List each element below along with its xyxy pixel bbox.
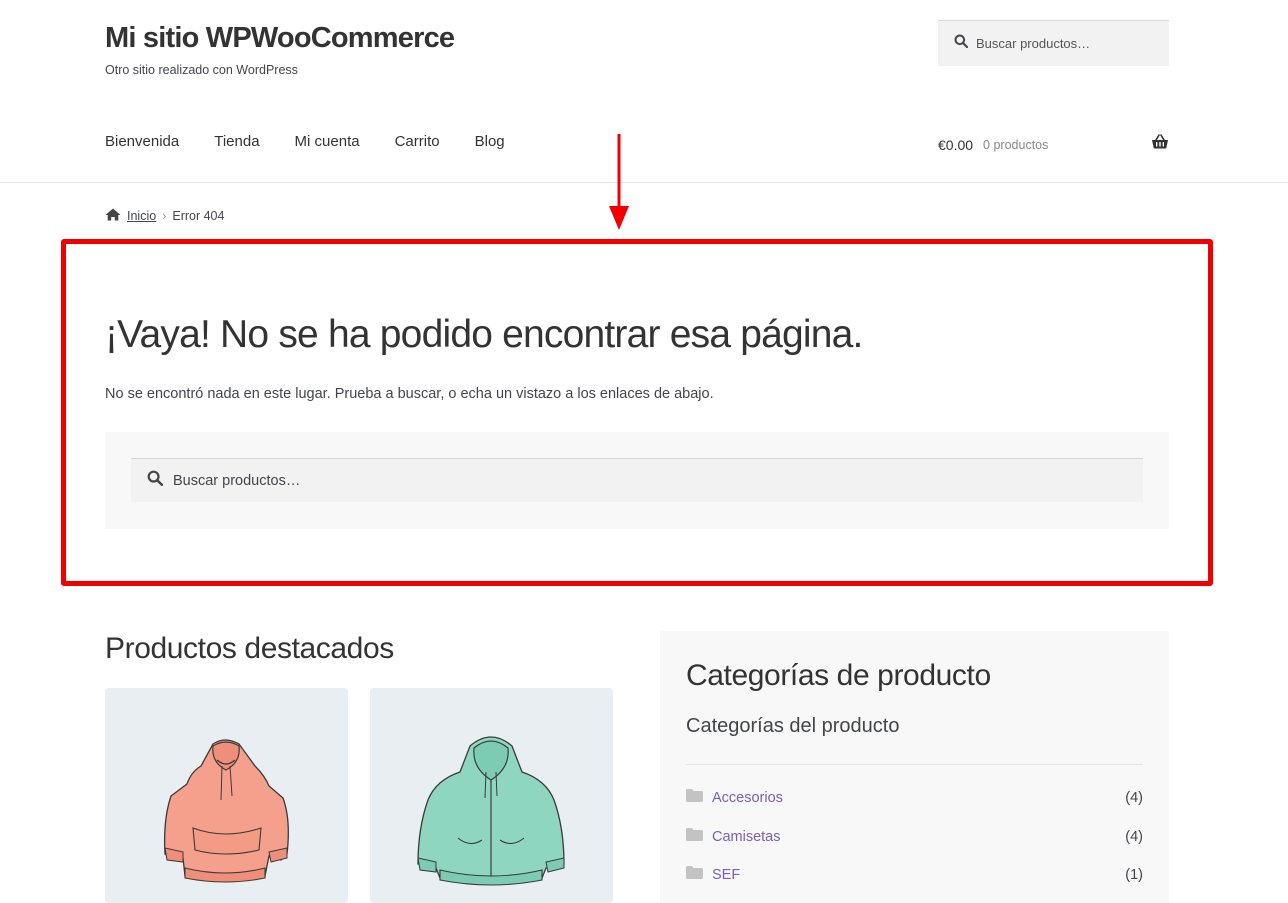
nav-item-tienda[interactable]: Tienda [214, 133, 259, 150]
search-icon [954, 34, 969, 53]
category-item-sef[interactable]: SEF (1) [686, 866, 1143, 883]
category-link[interactable]: Camisetas [712, 829, 781, 845]
annotation-highlight-box [61, 239, 1213, 586]
basket-icon[interactable] [1151, 134, 1169, 155]
nav-item-carrito[interactable]: Carrito [395, 133, 440, 150]
breadcrumb: Inicio › Error 404 [105, 208, 224, 224]
header-cart[interactable]: €0.00 0 productos [938, 134, 1169, 155]
widget-title: Categorías de producto [686, 659, 991, 692]
widget-subtitle: Categorías del producto [686, 715, 900, 737]
nav-item-bienvenida[interactable]: Bienvenida [105, 133, 179, 150]
product-categories-widget: Categorías de producto Categorías del pr… [660, 631, 1169, 903]
featured-products-title: Productos destacados [105, 632, 394, 665]
folder-icon [686, 828, 703, 845]
breadcrumb-home-link[interactable]: Inicio [127, 209, 156, 223]
site-description: Otro sitio realizado con WordPress [105, 63, 298, 77]
category-link[interactable]: SEF [712, 867, 740, 883]
folder-icon [686, 866, 703, 883]
nav-item-blog[interactable]: Blog [475, 133, 505, 150]
category-count: (4) [1125, 789, 1143, 806]
home-icon[interactable] [105, 208, 121, 224]
category-count: (1) [1125, 866, 1143, 883]
category-item-camisetas[interactable]: Camisetas (4) [686, 828, 1143, 845]
category-link[interactable]: Accesorios [712, 790, 783, 806]
nav-item-mi-cuenta[interactable]: Mi cuenta [295, 133, 360, 150]
header-search-field[interactable]: Buscar productos… [938, 20, 1169, 66]
category-item-accesorios[interactable]: Accesorios (4) [686, 789, 1143, 806]
cart-count: 0 productos [983, 137, 1049, 152]
header-search-placeholder: Buscar productos… [976, 36, 1091, 51]
breadcrumb-separator-icon: › [162, 209, 167, 223]
breadcrumb-current: Error 404 [172, 209, 225, 223]
widget-divider [686, 764, 1143, 765]
category-count: (4) [1125, 828, 1143, 845]
site-title[interactable]: Mi sitio WPWooCommerce [105, 22, 455, 55]
product-card[interactable] [370, 688, 613, 903]
primary-navigation: Bienvenida Tienda Mi cuenta Carrito Blog [105, 133, 540, 150]
annotation-arrow-icon [608, 134, 630, 237]
header-divider [0, 182, 1288, 183]
folder-icon [686, 789, 703, 806]
cart-amount: €0.00 [938, 136, 974, 153]
product-card[interactable] [105, 688, 348, 903]
